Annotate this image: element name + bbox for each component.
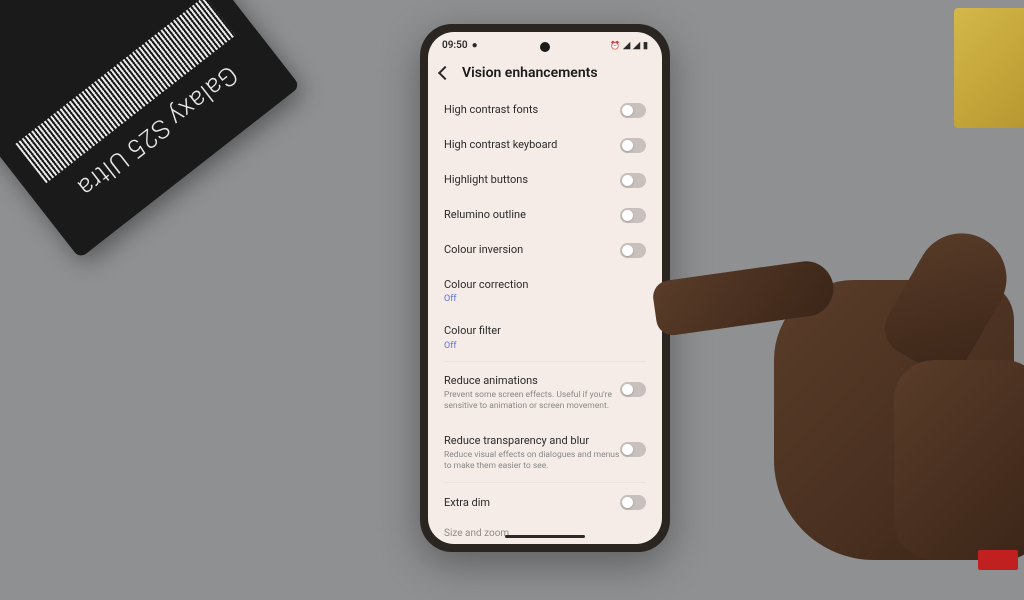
toggle-switch[interactable] [620,103,646,118]
setting-reduce-animations[interactable]: Reduce animations Prevent some screen ef… [444,362,646,422]
toggle-switch[interactable] [620,138,646,153]
watermark-badge [978,550,1018,570]
setting-colour-correction[interactable]: Colour correction Off [444,268,646,314]
background-object [954,8,1024,128]
setting-label: Reduce transparency and blur [444,434,620,448]
setting-relumino-outline[interactable]: Relumino outline [444,198,646,233]
human-hand [644,180,1024,600]
product-box: Galaxy S25 Ultra [0,0,300,259]
setting-extra-dim[interactable]: Extra dim [444,483,646,520]
setting-label: Colour filter [444,324,646,338]
setting-label: High contrast keyboard [444,138,620,152]
alarm-icon: ⏰ [610,41,620,50]
nav-bar-gesture[interactable] [505,535,585,538]
setting-description: Reduce visual effects on dialogues and m… [444,450,620,472]
page-header: Vision enhancements [428,55,662,93]
setting-colour-filter[interactable]: Colour filter Off [444,314,646,360]
setting-high-contrast-fonts[interactable]: High contrast fonts [444,93,646,128]
back-button-icon[interactable] [438,66,452,80]
toggle-switch[interactable] [620,208,646,223]
setting-description: Prevent some screen effects. Useful if y… [444,390,620,412]
settings-list: High contrast fonts High contrast keyboa… [428,93,662,539]
setting-high-contrast-keyboard[interactable]: High contrast keyboard [444,128,646,163]
setting-status: Off [444,341,646,351]
setting-label: Reduce animations [444,374,620,388]
setting-colour-inversion[interactable]: Colour inversion [444,233,646,268]
wifi-icon: ◢ [623,41,630,51]
phone-device: 09:50 ● ⏰ ◢ ◢ ▮ Vision enhancements High… [420,24,670,552]
toggle-switch[interactable] [620,442,646,457]
toggle-switch[interactable] [620,243,646,258]
toggle-switch[interactable] [620,495,646,510]
setting-label: High contrast fonts [444,103,620,117]
setting-label: Relumino outline [444,208,620,222]
toggle-switch[interactable] [620,173,646,188]
toggle-switch[interactable] [620,382,646,397]
phone-screen: 09:50 ● ⏰ ◢ ◢ ▮ Vision enhancements High… [428,32,662,544]
setting-label: Extra dim [444,496,620,510]
battery-icon: ▮ [643,41,648,51]
phone-camera-hole [540,42,550,52]
setting-reduce-transparency[interactable]: Reduce transparency and blur Reduce visu… [444,422,646,482]
setting-label: Colour correction [444,278,646,292]
status-time: 09:50 [442,40,468,51]
signal-icon: ◢ [633,41,640,51]
notification-icon: ● [472,40,478,51]
page-title: Vision enhancements [462,65,598,81]
setting-highlight-buttons[interactable]: Highlight buttons [444,163,646,198]
setting-label: Colour inversion [444,243,620,257]
setting-status: Off [444,294,646,304]
setting-label: Highlight buttons [444,173,620,187]
